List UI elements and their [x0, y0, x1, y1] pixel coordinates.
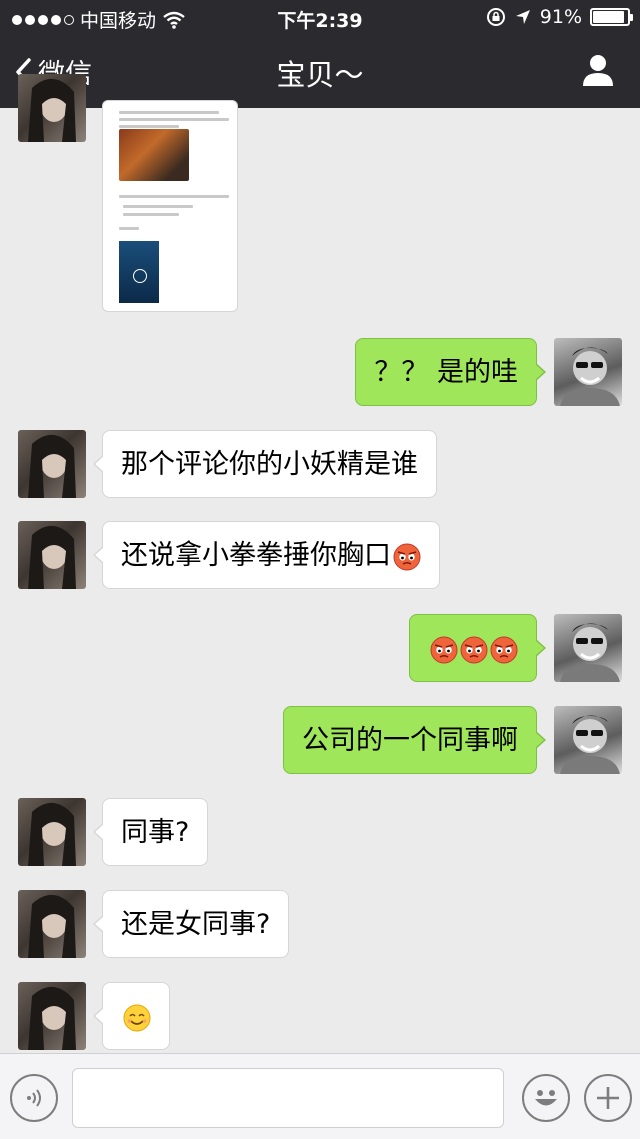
chat-title: 宝贝～ [276, 58, 364, 92]
smile-face-icon [123, 1004, 151, 1032]
incoming-message-bubble[interactable]: 同事? [92, 798, 209, 866]
my-avatar[interactable] [554, 614, 622, 682]
plus-icon [597, 1087, 619, 1109]
emoji-button[interactable] [522, 1074, 570, 1122]
contact-avatar[interactable] [18, 798, 86, 866]
message-text: 公司的一个同事啊 [302, 725, 518, 756]
contact-avatar[interactable] [18, 74, 86, 142]
message-row: 同事? [0, 798, 640, 868]
contact-avatar[interactable] [18, 890, 86, 958]
battery-icon [590, 8, 633, 26]
message-row: 那个评论你的小妖精是谁 [0, 430, 640, 500]
message-text: 那个评论你的小妖精是谁 [121, 449, 418, 480]
message-row: 还是女同事? [0, 890, 640, 960]
message-row: 公司的一个同事啊 [0, 706, 640, 776]
contact-avatar[interactable] [18, 982, 86, 1050]
top-bar: 中国移动 下午2:39 91% 宝贝～ [0, 0, 640, 108]
voice-input-button[interactable] [10, 1074, 58, 1122]
angry-face-icon [430, 636, 458, 664]
rotation-lock-icon [486, 8, 505, 26]
navigation-bar: 微信 宝贝～ [0, 36, 640, 108]
incoming-message-bubble[interactable]: 还是女同事? [92, 890, 290, 958]
location-arrow-icon [515, 10, 530, 24]
message-row [0, 982, 640, 1052]
outgoing-message-bubble[interactable]: 公司的一个同事啊 [283, 706, 546, 774]
message-row: 还说拿小拳拳捶你胸口 [0, 521, 640, 591]
message-text: 还是女同事? [121, 909, 271, 940]
contact-avatar[interactable] [18, 521, 86, 589]
status-right-group: 91% [486, 6, 633, 28]
voice-icon [27, 1089, 41, 1107]
chat-info-button[interactable] [580, 52, 616, 88]
message-text: 同事? [121, 817, 190, 848]
message-text: ？？ 是的哇 [374, 357, 518, 388]
more-options-button[interactable] [584, 1074, 632, 1122]
contact-avatar[interactable] [18, 430, 86, 498]
message-text: 还说拿小拳拳捶你胸口 [121, 540, 391, 571]
my-avatar[interactable] [554, 338, 622, 406]
image-message[interactable] [102, 100, 238, 312]
battery-fill [593, 11, 624, 23]
outgoing-message-bubble[interactable]: ？？ 是的哇 [355, 338, 546, 406]
message-row: ？？ 是的哇 [0, 338, 640, 408]
battery-percent: 91% [539, 6, 582, 28]
status-bar: 中国移动 下午2:39 91% [0, 0, 640, 36]
incoming-message-bubble[interactable] [93, 982, 170, 1050]
message-input-bar [0, 1053, 640, 1139]
person-icon [583, 55, 613, 86]
incoming-message-bubble[interactable]: 还说拿小拳拳捶你胸口 [93, 521, 440, 589]
message-row [0, 614, 640, 684]
my-avatar[interactable] [554, 706, 622, 774]
angry-face-icon [490, 636, 518, 664]
angry-face-icon [460, 636, 488, 664]
message-row [0, 74, 640, 312]
emoji-smile-icon [535, 1090, 557, 1106]
message-input[interactable] [72, 1068, 504, 1128]
incoming-message-bubble[interactable]: 那个评论你的小妖精是谁 [93, 430, 437, 498]
outgoing-message-bubble[interactable] [409, 614, 546, 682]
angry-face-icon [393, 543, 421, 571]
